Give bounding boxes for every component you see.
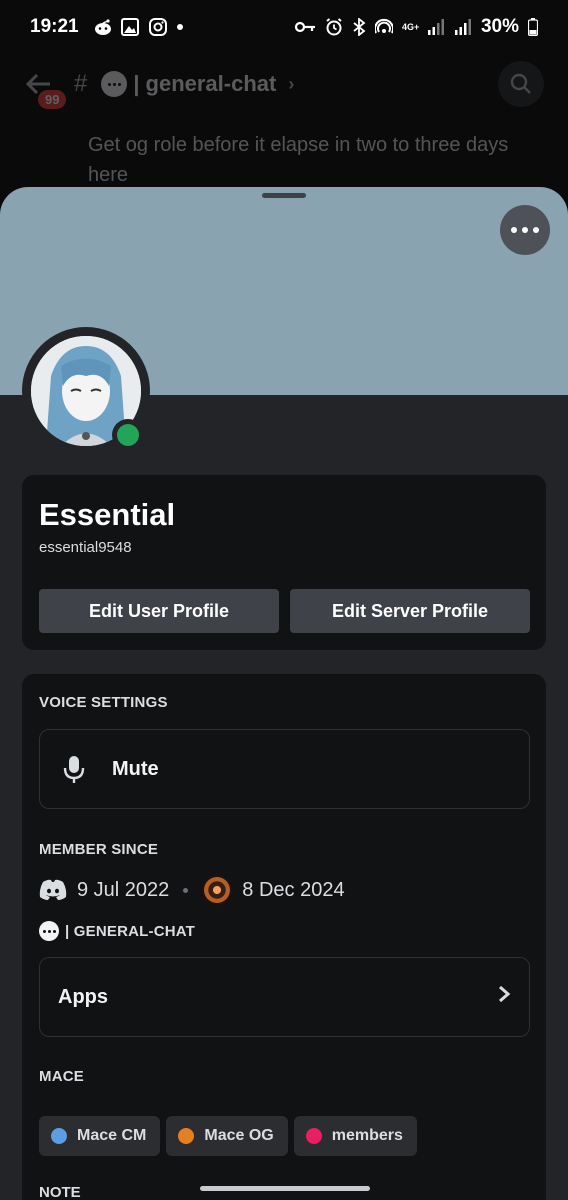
separator-dot <box>183 887 189 893</box>
channel-name: general-chat <box>145 71 277 96</box>
channel-section-label: | GENERAL-CHAT <box>39 921 195 941</box>
server-icon <box>202 875 233 905</box>
status-bar: 19:21 4G+ 30% <box>0 0 568 54</box>
discord-join-date: 9 Jul 2022 <box>77 878 170 901</box>
signal-icon <box>427 18 445 36</box>
server-roles-label: MACE <box>39 1068 84 1085</box>
clock: 19:21 <box>30 16 79 37</box>
chat-bubble-icon <box>101 71 128 97</box>
search-button[interactable] <box>498 61 544 107</box>
role-name: Mace OG <box>204 1127 274 1144</box>
more-dots-icon <box>511 227 517 233</box>
role-color-dot <box>51 1128 67 1144</box>
gesture-nav-bar[interactable] <box>200 1186 370 1191</box>
instagram-icon <box>148 18 167 36</box>
role-name: Mace CM <box>77 1127 147 1144</box>
username: essential9548 <box>39 539 132 556</box>
gallery-icon <box>120 18 139 36</box>
drag-handle[interactable] <box>262 193 306 198</box>
alarm-icon <box>325 18 343 36</box>
apps-row[interactable]: Apps <box>39 957 530 1037</box>
mute-label: Mute <box>112 757 159 780</box>
note-label: NOTE <box>39 1184 81 1200</box>
edit-user-profile-button[interactable]: Edit User Profile <box>39 589 279 633</box>
member-since-label: MEMBER SINCE <box>39 841 159 858</box>
server-join-date: 8 Dec 2024 <box>242 878 345 901</box>
dot-icon <box>176 24 183 30</box>
chat-background: 99 # | general-chat › Get og role before… <box>0 54 568 194</box>
network-type: 4G+ <box>401 21 420 32</box>
hotspot-icon <box>373 18 394 36</box>
search-icon <box>510 73 531 94</box>
display-name: Essential <box>39 497 176 532</box>
role-color-dot <box>305 1128 322 1144</box>
channel-label-text: | GENERAL-CHAT <box>65 922 196 940</box>
chat-message-line: here <box>88 164 129 186</box>
role-chip[interactable]: members <box>293 1116 417 1156</box>
chat-bubble-icon <box>39 921 59 941</box>
reddit-icon <box>93 18 111 36</box>
chat-header: 99 # | general-chat › <box>0 54 568 114</box>
identity-card: Essential essential9548 Edit User Profil… <box>22 475 546 650</box>
role-chip[interactable]: Mace OG <box>166 1116 288 1156</box>
role-name: members <box>331 1127 403 1144</box>
system-icons: 4G+ 30% <box>294 16 539 38</box>
online-status-indicator <box>112 419 144 451</box>
profile-sheet: Essential essential9548 Edit User Profil… <box>0 187 568 1200</box>
chevron-right-icon <box>497 983 511 1011</box>
microphone-icon <box>58 753 90 785</box>
mute-row[interactable]: Mute <box>39 729 530 809</box>
apps-label: Apps <box>58 985 108 1008</box>
chat-message-line: Get og role before it elapse in two to t… <box>88 134 509 156</box>
chevron-right-icon: › <box>288 73 295 94</box>
battery-icon <box>527 18 539 37</box>
notification-icons <box>93 18 183 36</box>
roles-list: Mace CM Mace OG members <box>39 1116 417 1156</box>
edit-server-profile-button[interactable]: Edit Server Profile <box>290 589 530 633</box>
battery-percent: 30% <box>480 16 519 37</box>
hash-icon: # <box>74 70 88 97</box>
bluetooth-icon <box>352 17 366 37</box>
info-card: VOICE SETTINGS Mute MEMBER SINCE 9 Jul 2… <box>22 674 546 1200</box>
unread-badge: 99 <box>38 90 67 109</box>
chat-title[interactable]: | general-chat › <box>101 71 294 97</box>
vpn-key-icon <box>294 18 316 36</box>
role-chip[interactable]: Mace CM <box>39 1116 161 1156</box>
more-options-button[interactable] <box>500 205 550 255</box>
role-color-dot <box>178 1128 195 1144</box>
voice-settings-label: VOICE SETTINGS <box>39 694 168 711</box>
member-since-row: 9 Jul 2022 8 Dec 2024 <box>39 875 345 905</box>
signal-icon-2 <box>454 18 472 36</box>
discord-logo-icon <box>39 879 67 901</box>
